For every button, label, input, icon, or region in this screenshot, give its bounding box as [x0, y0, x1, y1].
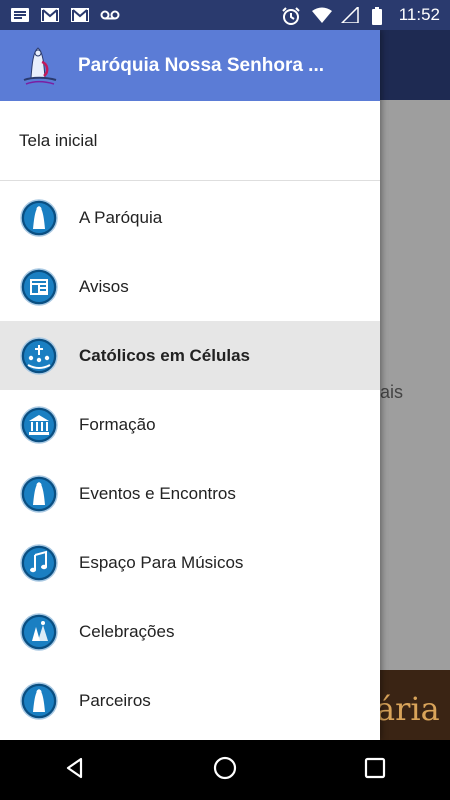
gmail-icon: [40, 7, 60, 23]
drawer-item-home[interactable]: Tela inicial: [0, 101, 380, 181]
drawer-item-celebracoes[interactable]: Celebrações: [0, 597, 380, 666]
clock: 11:52: [398, 5, 440, 24]
back-button[interactable]: [45, 750, 105, 790]
our-lady-statue-icon: [20, 198, 58, 237]
drawer-item-label: Parceiros: [79, 690, 151, 710]
drawer-item-label: Avisos: [79, 276, 129, 296]
home-icon: [212, 755, 238, 786]
formation-building-icon: [20, 405, 58, 444]
drawer-item-label: Celebrações: [79, 621, 175, 641]
message-icon: [10, 7, 30, 23]
drawer-item-label: Formação: [79, 414, 156, 434]
drawer-item-a-paroquia[interactable]: A Paróquia: [0, 183, 380, 252]
drawer-item-avisos[interactable]: Avisos: [0, 252, 380, 321]
music-note-icon: [20, 543, 58, 582]
notice-board-icon: [20, 267, 58, 306]
background-banner: ária: [380, 670, 450, 740]
voicemail-icon: [100, 7, 120, 23]
background-text: ais: [380, 382, 404, 402]
drawer-title: Paróquia Nossa Senhora ...: [78, 54, 325, 76]
drawer-item-label: A Paróquia: [79, 207, 163, 227]
home-button[interactable]: [195, 750, 255, 790]
parish-logo: [18, 43, 62, 88]
back-icon: [63, 756, 87, 785]
drawer-item-eventos-e-encontros[interactable]: Eventos e Encontros: [0, 459, 380, 528]
celebration-icon: [20, 612, 58, 651]
drawer-header: Paróquia Nossa Senhora ...: [0, 30, 380, 101]
drawer-item-label: Católicos em Células: [79, 345, 251, 365]
background-banner-text: ária: [380, 690, 440, 728]
our-lady-statue-icon: [20, 681, 58, 720]
recents-button[interactable]: [345, 750, 405, 790]
alarm-icon: [281, 7, 301, 25]
drawer-item-formacao[interactable]: Formação: [0, 390, 380, 459]
gmail-icon: [70, 7, 90, 23]
wifi-icon: [311, 7, 332, 23]
battery-icon: [371, 7, 383, 25]
drawer-menu-list: A Paróquia Avisos Católicos em Células F…: [0, 181, 380, 735]
signal-icon: [339, 5, 361, 24]
status-bar: 11:52: [0, 0, 450, 30]
drawer-item-espaco-para-musicos[interactable]: Espaço Para Músicos: [0, 528, 380, 597]
our-lady-statue-icon: [20, 474, 58, 513]
drawer-item-label: Eventos e Encontros: [79, 483, 236, 503]
drawer-item-catolicos-em-celulas[interactable]: Católicos em Células: [0, 321, 380, 390]
navigation-drawer: Paróquia Nossa Senhora ... Tela inicial …: [0, 30, 380, 740]
drawer-item-parceiros[interactable]: Parceiros: [0, 666, 380, 735]
drawer-item-label: Espaço Para Músicos: [79, 552, 244, 572]
cell-group-icon: [20, 336, 58, 375]
system-navigation-bar: [0, 740, 450, 800]
drawer-item-label: Tela inicial: [19, 130, 98, 150]
recents-icon: [364, 757, 386, 784]
